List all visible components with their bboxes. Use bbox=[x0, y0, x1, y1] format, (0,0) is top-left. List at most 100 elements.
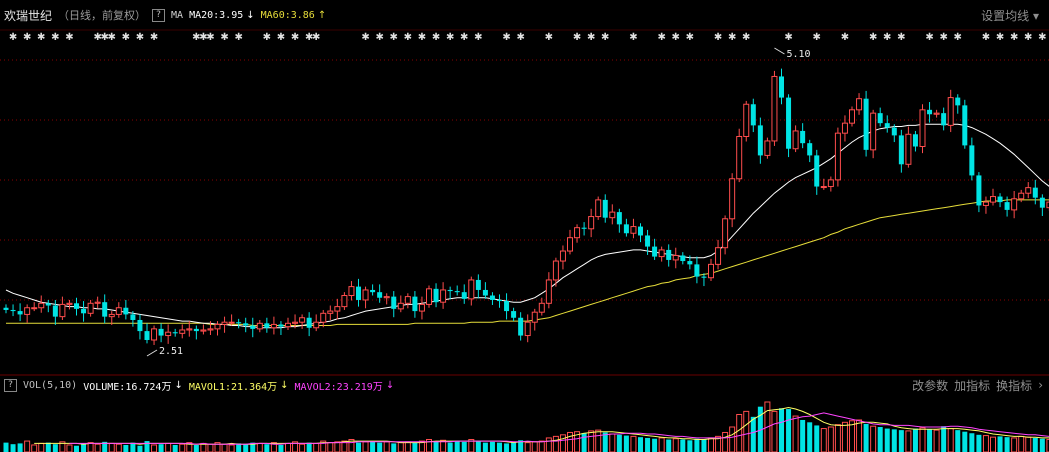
candle-body-up bbox=[38, 302, 45, 309]
volume-bar-down bbox=[779, 408, 784, 452]
volume-bar-down bbox=[863, 423, 869, 452]
volume-bar-down bbox=[243, 444, 249, 452]
event-markers[interactable]: ✱ ✱ ✱ ✱ ✱ ✱ ✱ ✱ ✱ ✱ ✱ ✱ ✱ ✱ ✱ ✱ ✱ ✱ ✱ ✱ ✱ ✱ ✱ ✱ ✱ ✱ ✱ ✱ ✱ ✱ ✱ ✱ ✱ ✱ ✱ ✱ ✱ ✱ ✱ ✱… bbox=[9, 32, 1047, 43]
volume-bar-down bbox=[997, 436, 1003, 452]
candle-body-up bbox=[658, 249, 665, 258]
volume-bar-up bbox=[672, 438, 679, 452]
candle-body-down bbox=[1004, 202, 1010, 210]
volume-bar-down bbox=[454, 441, 460, 452]
candle-body-up bbox=[348, 286, 355, 297]
candle-body-up bbox=[595, 199, 602, 218]
moving-average-lines bbox=[5, 123, 1049, 329]
event-marker-icon: ✱ bbox=[714, 32, 722, 43]
candle-body-down bbox=[243, 323, 249, 326]
candle-body-down bbox=[489, 295, 495, 300]
candle-body-up bbox=[292, 321, 299, 324]
candle-body-down bbox=[877, 113, 883, 124]
volume-bar-down bbox=[433, 441, 439, 452]
candle-body-up bbox=[383, 296, 390, 299]
volume-bar-up bbox=[256, 442, 263, 452]
candle-body-up bbox=[609, 211, 616, 219]
volume-bar-up bbox=[66, 444, 73, 452]
volume-bar-up bbox=[1025, 436, 1032, 452]
volume-bar-down bbox=[912, 428, 918, 452]
volume-bar-up bbox=[820, 428, 827, 452]
volume-bar-up bbox=[362, 441, 369, 452]
candlestick-chart[interactable]: ✱ ✱ ✱ ✱ ✱ ✱ ✱ ✱ ✱ ✱ ✱ ✱ ✱ ✱ ✱ ✱ ✱ ✱ ✱ ✱ ✱ ✱ ✱ ✱ ✱ ✱ ✱ ✱ ✱ ✱ ✱ ✱ ✱ ✱ ✱ ✱ ✱ ✱ ✱ ✱… bbox=[0, 0, 1049, 452]
candle-body-down bbox=[511, 311, 517, 318]
candle-body-up bbox=[870, 112, 877, 151]
event-marker-icon: ✱ bbox=[925, 32, 933, 43]
candle-body-up bbox=[1025, 187, 1032, 194]
candle-body-up bbox=[94, 301, 101, 304]
candle-body-down bbox=[504, 301, 510, 312]
candle-body-down bbox=[800, 130, 806, 144]
candle-body-down bbox=[454, 291, 460, 293]
candle-body-down bbox=[1039, 197, 1045, 208]
volume-bar-down bbox=[898, 430, 904, 452]
candle-body-down bbox=[356, 286, 361, 300]
event-marker-icon: ✱ bbox=[51, 32, 59, 43]
volume-bar-up bbox=[313, 442, 320, 452]
volume-bar-down bbox=[137, 445, 143, 452]
candle-body-down bbox=[701, 276, 707, 278]
event-marker-icon: ✱ bbox=[1024, 32, 1032, 43]
candle-body-down bbox=[750, 104, 756, 126]
candle-body-up bbox=[299, 317, 306, 323]
event-marker-icon: ✱ bbox=[587, 32, 595, 43]
candle-body-up bbox=[66, 302, 73, 305]
candle-body-down bbox=[616, 212, 622, 225]
candle-body-up bbox=[165, 331, 172, 337]
volume-bar-up bbox=[299, 443, 306, 452]
price-annotations: 5.10 2.51 bbox=[146, 47, 811, 357]
volume-bar-up bbox=[588, 430, 595, 452]
candle-body-up bbox=[313, 321, 320, 329]
volume-bar-down bbox=[306, 442, 312, 452]
event-marker-icon: ✱ bbox=[206, 32, 214, 43]
volume-bar-down bbox=[17, 443, 23, 452]
candle-body-down bbox=[236, 322, 242, 324]
volume-bar-up bbox=[228, 444, 235, 452]
volume-bar-up bbox=[334, 441, 341, 452]
volume-bar-up bbox=[982, 435, 989, 452]
volume-histogram[interactable] bbox=[3, 401, 1049, 452]
event-marker-icon: ✱ bbox=[516, 32, 524, 43]
candle-body-up bbox=[792, 130, 799, 150]
volume-bar-up bbox=[559, 434, 566, 452]
candle-body-down bbox=[102, 302, 108, 317]
candle-body-down bbox=[680, 255, 686, 262]
event-marker-icon: ✱ bbox=[9, 32, 17, 43]
candle-body-up bbox=[722, 218, 729, 249]
volume-bar-up bbox=[743, 410, 750, 452]
candle-body-up bbox=[334, 306, 341, 312]
volume-bar-down bbox=[581, 433, 587, 452]
event-marker-icon: ✱ bbox=[220, 32, 228, 43]
volume-bar-down bbox=[158, 444, 164, 452]
candle-body-down bbox=[433, 288, 439, 303]
candle-body-up bbox=[820, 186, 827, 189]
candle-body-down bbox=[757, 125, 763, 156]
candle-body-down bbox=[250, 325, 256, 329]
event-marker-icon: ✱ bbox=[784, 32, 792, 43]
volume-bar-up bbox=[24, 440, 31, 452]
event-marker-icon: ✱ bbox=[108, 32, 116, 43]
candle-body-down bbox=[941, 113, 947, 126]
candle-body-down bbox=[779, 76, 784, 98]
volume-bar-down bbox=[962, 431, 968, 452]
volume-bar-up bbox=[552, 435, 559, 452]
volume-bar-down bbox=[814, 425, 820, 452]
candle-body-up bbox=[24, 307, 31, 315]
event-marker-icon: ✱ bbox=[841, 32, 849, 43]
price-candles[interactable] bbox=[3, 68, 1049, 345]
volume-bar-down bbox=[1039, 438, 1045, 452]
event-marker-icon: ✱ bbox=[122, 32, 130, 43]
candle-body-down bbox=[74, 303, 79, 309]
candle-body-down bbox=[278, 324, 284, 327]
volume-bar-down bbox=[941, 426, 947, 452]
volume-bar-up bbox=[933, 429, 940, 452]
volume-bar-down bbox=[497, 442, 502, 452]
volume-bar-up bbox=[31, 444, 38, 452]
candle-body-down bbox=[623, 224, 629, 234]
volume-bar-down bbox=[786, 409, 792, 452]
candle-body-up bbox=[327, 310, 334, 314]
